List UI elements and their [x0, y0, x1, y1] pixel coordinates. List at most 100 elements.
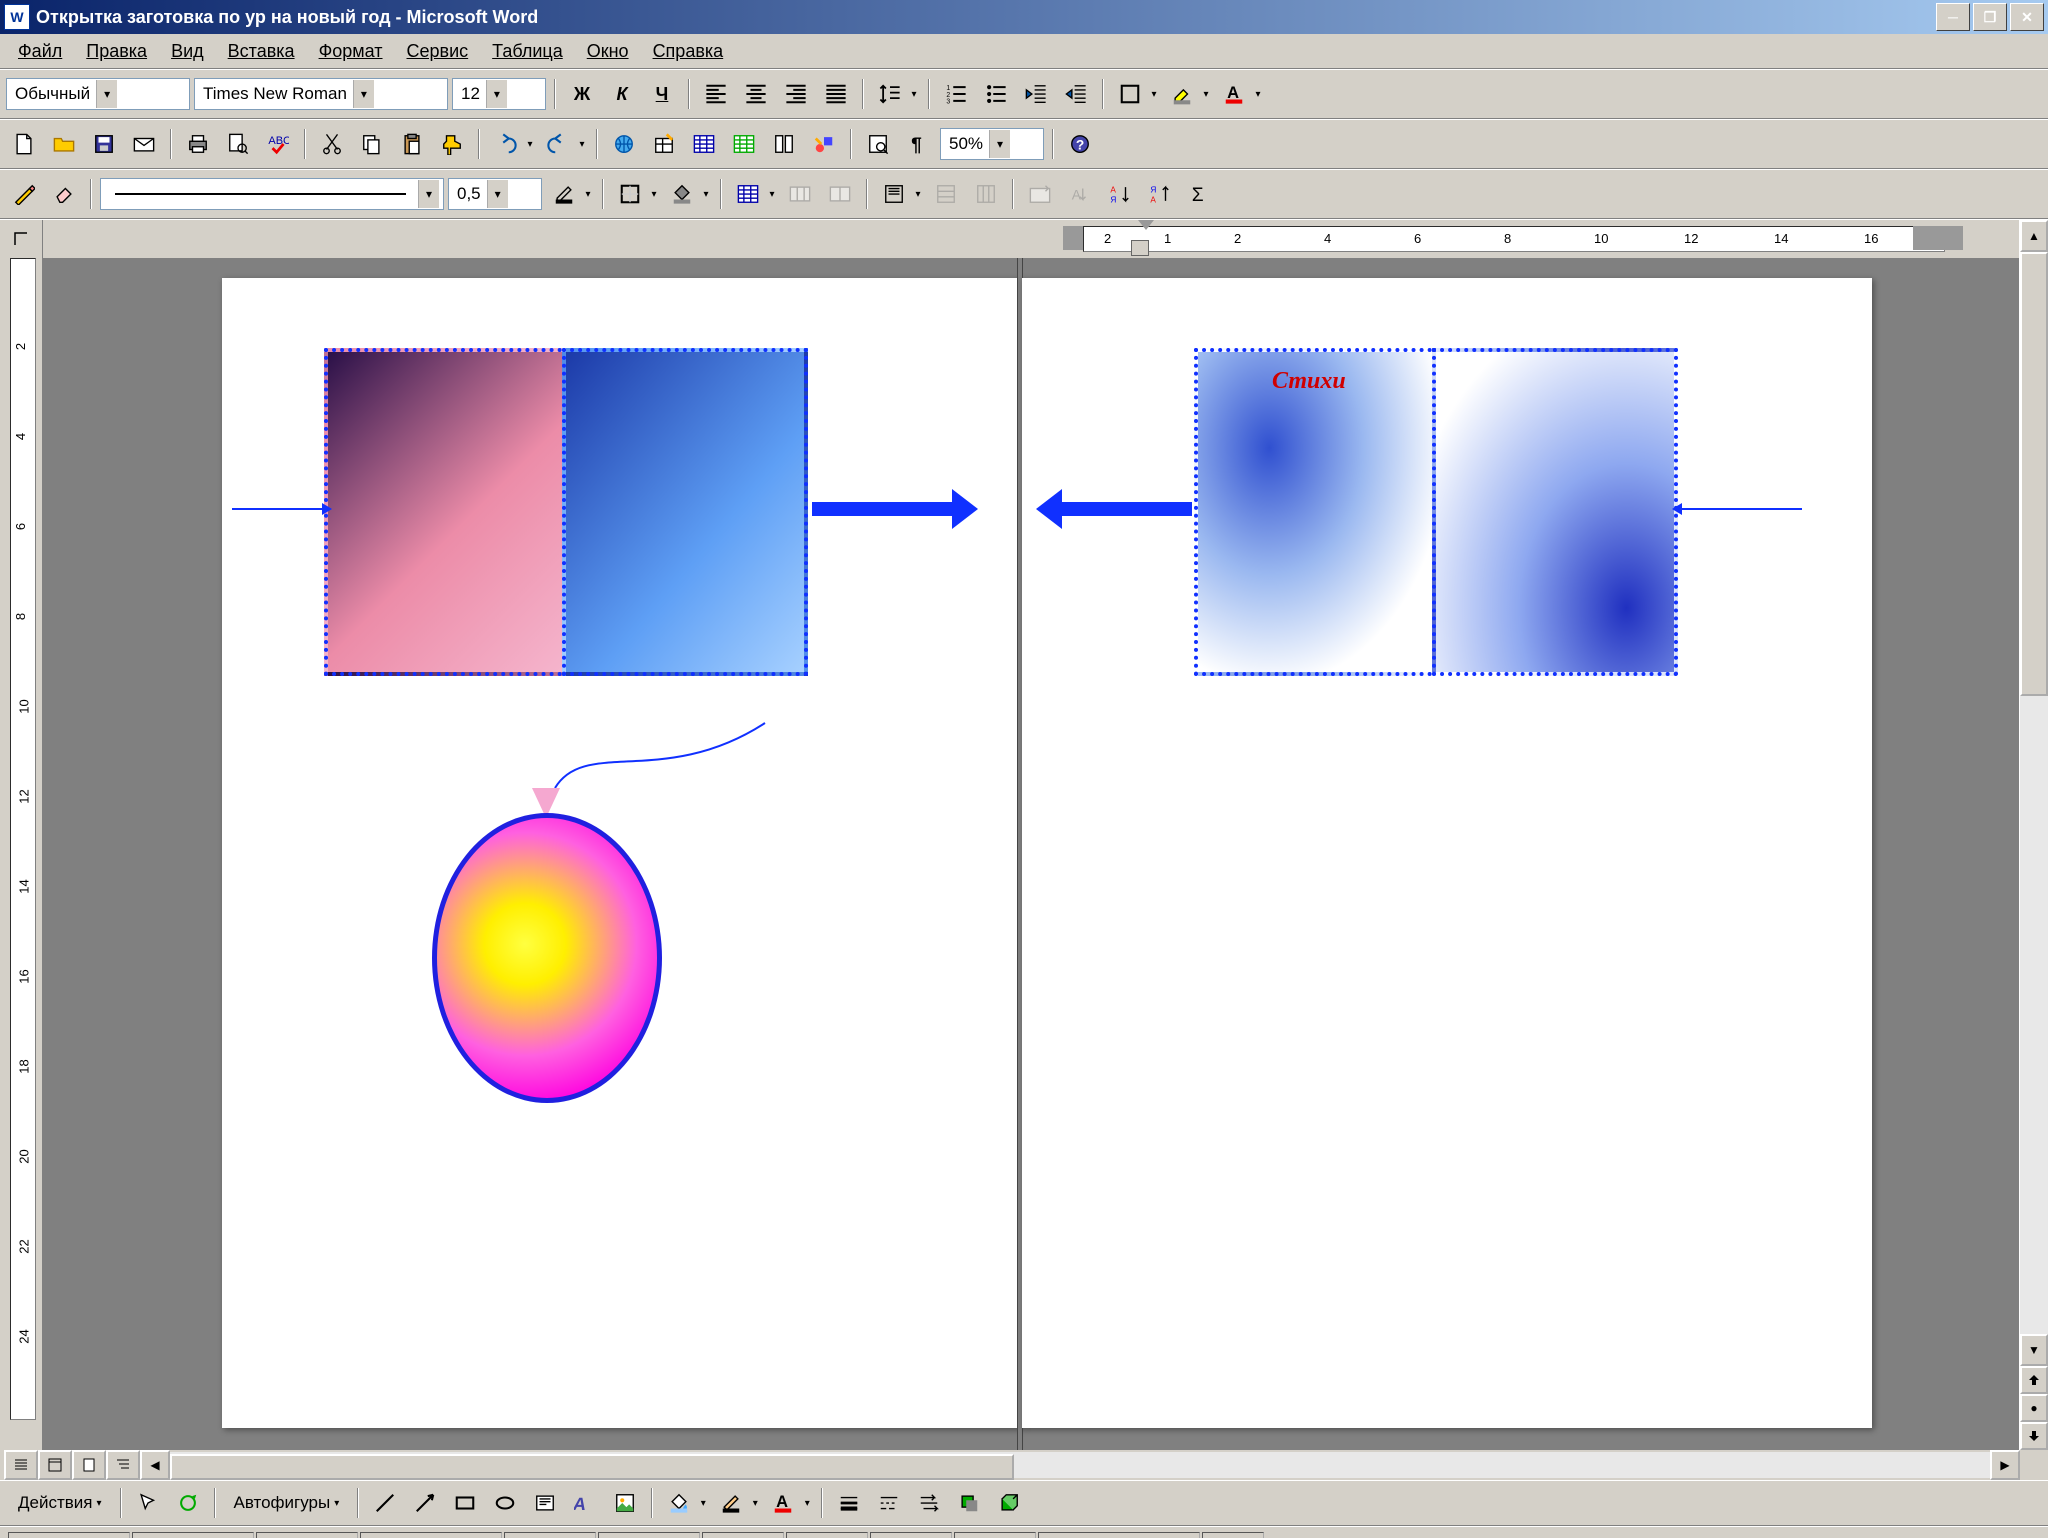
shadow-button[interactable] [951, 1485, 987, 1521]
select-browse-object-button[interactable]: ● [2020, 1394, 2048, 1422]
line-spacing-dropdown[interactable] [908, 77, 920, 111]
insert-worksheet-button[interactable] [726, 126, 762, 162]
increase-indent-button[interactable] [1058, 76, 1094, 112]
font-color-button[interactable]: A [1216, 76, 1252, 112]
scroll-down-button[interactable]: ▼ [2020, 1334, 2048, 1366]
new-button[interactable] [6, 126, 42, 162]
align-cell-button[interactable] [876, 176, 912, 212]
rectangle-tool-button[interactable] [447, 1485, 483, 1521]
draw-table-button[interactable] [6, 176, 42, 212]
line-style-combo[interactable] [100, 178, 444, 210]
line-style-button[interactable] [831, 1485, 867, 1521]
highlight-dropdown[interactable] [1200, 77, 1212, 111]
next-page-button[interactable] [2020, 1422, 2048, 1450]
shape-gradient-lightblue-right[interactable] [1432, 348, 1678, 676]
redo-button[interactable] [540, 126, 576, 162]
status-rec[interactable]: ЗАП [702, 1532, 784, 1538]
web-layout-view-button[interactable] [38, 1450, 72, 1480]
font-color-dropdown[interactable] [1252, 77, 1264, 111]
open-button[interactable] [46, 126, 82, 162]
line-tool-button[interactable] [367, 1485, 403, 1521]
status-trk[interactable]: ИСПР [786, 1532, 868, 1538]
status-book-icon[interactable] [1202, 1532, 1264, 1538]
bold-button[interactable]: Ж [564, 76, 600, 112]
vertical-scroll-thumb[interactable] [2020, 252, 2048, 696]
eraser-button[interactable] [46, 176, 82, 212]
restore-button[interactable]: ❐ [1973, 3, 2007, 31]
arrow-style-button[interactable] [911, 1485, 947, 1521]
sort-desc-button[interactable]: ЯА [1142, 176, 1178, 212]
menu-file[interactable]: Файл [8, 37, 72, 66]
hyperlink-button[interactable] [606, 126, 642, 162]
line-spacing-button[interactable] [872, 76, 908, 112]
align-right-button[interactable] [778, 76, 814, 112]
outside-border-button[interactable] [612, 176, 648, 212]
menu-insert[interactable]: Вставка [218, 37, 305, 66]
align-justify-button[interactable] [818, 76, 854, 112]
scroll-left-button[interactable]: ◀ [140, 1450, 170, 1480]
horizontal-scrollbar[interactable]: ◀ ▶ [140, 1452, 2020, 1478]
document-map-button[interactable] [860, 126, 896, 162]
menu-format[interactable]: Формат [309, 37, 393, 66]
shape-gradient-blue[interactable] [562, 348, 808, 676]
status-language[interactable]: русский (Ро [1038, 1532, 1200, 1538]
document-canvas[interactable]: Стихи [42, 258, 2020, 1450]
insert-table-button-2[interactable] [730, 176, 766, 212]
menu-tools[interactable]: Сервис [397, 37, 479, 66]
undo-dropdown[interactable] [524, 127, 536, 161]
help-button[interactable]: ? [1062, 126, 1098, 162]
border-color-dropdown[interactable] [582, 177, 594, 211]
borders-button[interactable] [1112, 76, 1148, 112]
menu-view[interactable]: Вид [161, 37, 214, 66]
print-layout-view-button[interactable] [72, 1450, 106, 1480]
shading-color-button[interactable] [664, 176, 700, 212]
font-size-combo[interactable]: 12 [452, 78, 546, 110]
menu-edit[interactable]: Правка [76, 37, 157, 66]
balloon-shape[interactable] [432, 813, 662, 1103]
arrow-thin-left[interactable] [1682, 508, 1802, 510]
menu-table[interactable]: Таблица [482, 37, 573, 66]
drawing-toolbar-button[interactable] [806, 126, 842, 162]
first-line-indent-marker[interactable] [1138, 220, 1154, 232]
close-button[interactable]: ✕ [2010, 3, 2044, 31]
status-ovr[interactable]: ЗАМ [954, 1532, 1036, 1538]
text-box-button[interactable] [527, 1485, 563, 1521]
print-preview-button[interactable] [220, 126, 256, 162]
save-button[interactable] [86, 126, 122, 162]
vertical-scrollbar[interactable]: ▲ ▼ ● [2019, 220, 2048, 1450]
columns-button[interactable] [766, 126, 802, 162]
shape-gradient-lightblue-left[interactable] [1194, 348, 1440, 676]
underline-button[interactable]: Ч [644, 76, 680, 112]
arrow-big-right[interactable] [812, 502, 952, 516]
arrow-thin-right[interactable] [232, 508, 322, 510]
wordart-button[interactable]: A [567, 1485, 603, 1521]
highlight-button[interactable] [1164, 76, 1200, 112]
left-indent-marker[interactable] [1131, 240, 1149, 256]
line-color-button[interactable] [713, 1485, 749, 1521]
dash-style-button[interactable] [871, 1485, 907, 1521]
bulleted-list-button[interactable] [978, 76, 1014, 112]
show-hide-button[interactable]: ¶ [900, 126, 936, 162]
undo-button[interactable] [488, 126, 524, 162]
tables-borders-button[interactable] [646, 126, 682, 162]
3d-button[interactable] [991, 1485, 1027, 1521]
copy-button[interactable] [354, 126, 390, 162]
select-objects-button[interactable] [130, 1485, 166, 1521]
align-center-button[interactable] [738, 76, 774, 112]
menu-window[interactable]: Окно [577, 37, 639, 66]
print-button[interactable] [180, 126, 216, 162]
redo-dropdown[interactable] [576, 127, 588, 161]
sort-asc-button[interactable]: АЯ [1102, 176, 1138, 212]
free-rotate-button[interactable] [170, 1485, 206, 1521]
balloon-string[interactable] [545, 718, 775, 798]
text-color-dropdown[interactable] [801, 1486, 813, 1520]
font-combo[interactable]: Times New Roman [194, 78, 448, 110]
spelling-button[interactable]: ABC [260, 126, 296, 162]
oval-tool-button[interactable] [487, 1485, 523, 1521]
italic-button[interactable]: К [604, 76, 640, 112]
border-color-button[interactable] [546, 176, 582, 212]
minimize-button[interactable]: ─ [1936, 3, 1970, 31]
text-stihi[interactable]: Стихи [1272, 368, 1346, 395]
fill-color-button[interactable] [661, 1485, 697, 1521]
fill-color-dropdown[interactable] [697, 1486, 709, 1520]
